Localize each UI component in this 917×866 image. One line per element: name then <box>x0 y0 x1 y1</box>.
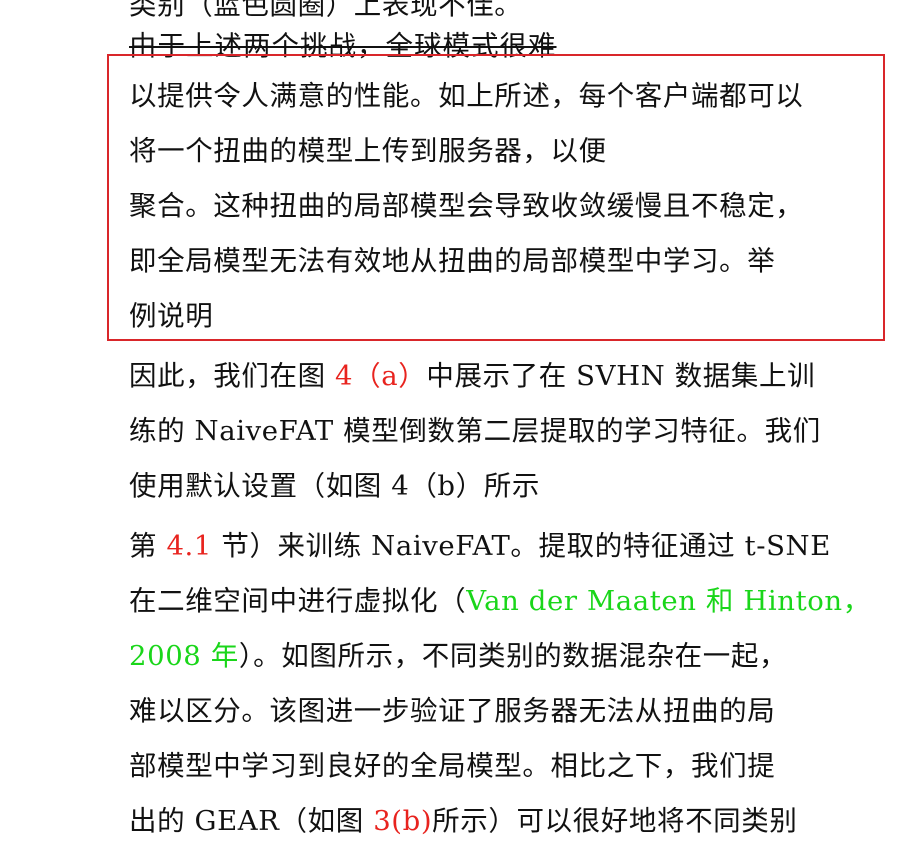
text-span: 在二维空间中进行虚拟化（ <box>129 585 467 617</box>
figure-reference-link[interactable]: 3(b) <box>373 805 432 837</box>
text-line: 因此，我们在图 4（a）中展示了在 SVHN 数据集上训 <box>129 359 815 393</box>
text-span: ）。如图所示，不同类别的数据混杂在一起， <box>238 640 788 672</box>
text-line: 类别（蓝色圆圈）上表现不佳。 <box>129 0 523 21</box>
text-span: 节）来训练 NaiveFAT。提取的特征通过 t-SNE <box>212 530 831 562</box>
citation-link[interactable]: 2008 年 <box>129 640 239 672</box>
text-line: 例说明 <box>129 300 214 332</box>
text-line: 2008 年）。如图所示，不同类别的数据混杂在一起， <box>129 639 787 673</box>
text-span: 出的 GEAR（如图 <box>129 805 374 837</box>
text-line: 难以区分。该图进一步验证了服务器无法从扭曲的局 <box>129 695 776 727</box>
text-span: 第 <box>129 530 167 562</box>
text-line: 聚合。这种扭曲的局部模型会导致收敛缓慢且不稳定， <box>129 190 804 222</box>
text-line: 第 4.1 节）来训练 NaiveFAT。提取的特征通过 t-SNE <box>129 529 831 563</box>
text-line: 将一个扭曲的模型上传到服务器，以便 <box>129 135 607 167</box>
text-line: 出的 GEAR（如图 3(b)所示）可以很好地将不同类别 <box>129 804 797 838</box>
text-line: 部模型中学习到良好的全局模型。相比之下，我们提 <box>129 750 776 782</box>
document-page: { "lines": [ {"text": "类别（蓝色圆圈）上表现不佳。"},… <box>0 0 917 866</box>
text-line: 在二维空间中进行虚拟化（Van der Maaten 和 Hinton， <box>129 584 871 618</box>
citation-link[interactable]: Van der Maaten 和 Hinton， <box>466 585 871 617</box>
text-line: 使用默认设置（如图 4（b）所示 <box>129 470 540 502</box>
text-span: 所示）可以很好地将不同类别 <box>432 805 798 837</box>
text-line: 即全局模型无法有效地从扭曲的局部模型中学习。举 <box>129 245 776 277</box>
section-reference-link[interactable]: 4.1 <box>166 530 212 562</box>
text-span: 中展示了在 SVHN 数据集上训 <box>426 360 816 392</box>
figure-reference-link[interactable]: 4（a） <box>335 360 426 392</box>
text-line: 以提供令人满意的性能。如上所述，每个客户端都可以 <box>129 80 804 112</box>
text-span: 因此，我们在图 <box>129 360 336 392</box>
text-line: 练的 NaiveFAT 模型倒数第二层提取的学习特征。我们 <box>129 415 821 447</box>
